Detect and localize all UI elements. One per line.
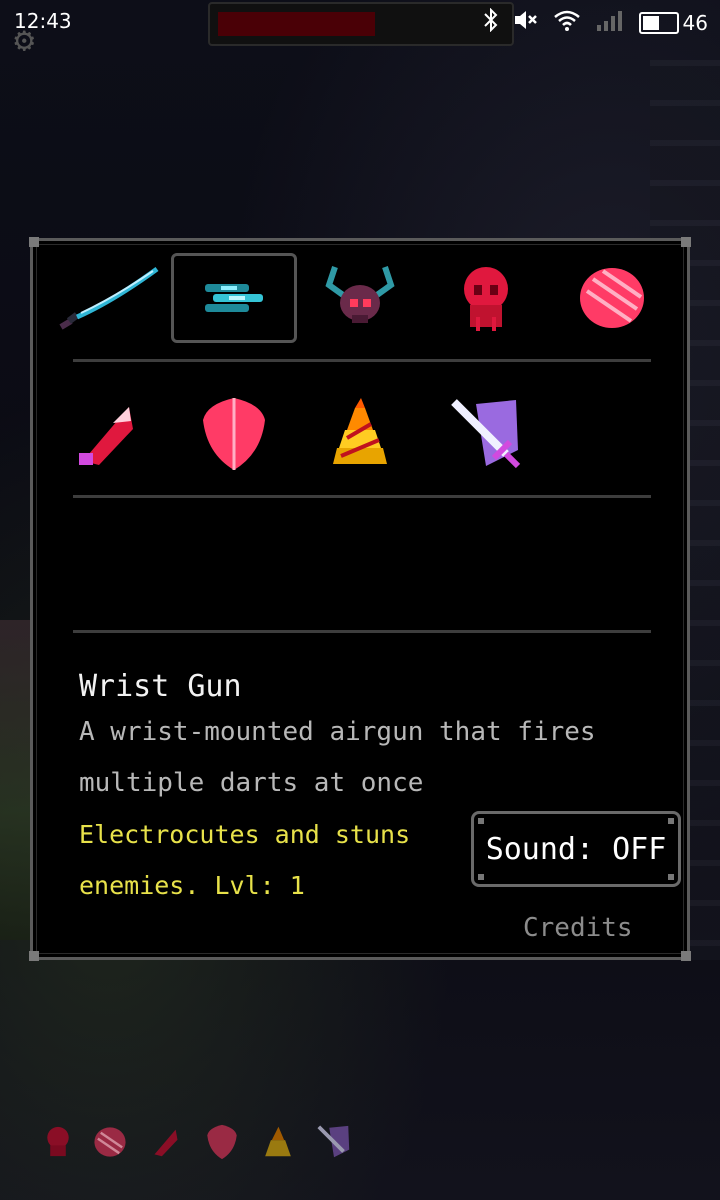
inventory-slot[interactable] xyxy=(200,1118,244,1166)
pink-orb-item[interactable] xyxy=(549,253,675,343)
sword-shield-icon xyxy=(317,1125,350,1158)
inventory-slot[interactable] xyxy=(36,1118,80,1166)
red-skull-icon xyxy=(47,1126,69,1157)
divider xyxy=(73,630,651,633)
dagger-icon xyxy=(79,407,133,465)
sword-item[interactable] xyxy=(45,253,171,343)
fire-trap-icon xyxy=(333,398,387,464)
horned-skull-item[interactable] xyxy=(297,253,423,343)
credits-link[interactable]: Credits xyxy=(523,913,633,943)
item-title: Wrist Gun xyxy=(79,669,242,704)
pink-orb-icon xyxy=(94,1127,126,1157)
bluetooth-icon xyxy=(483,7,499,38)
item-description: A wrist-mounted airgun that fires multip… xyxy=(79,717,596,798)
wrist-gun-icon xyxy=(205,284,263,312)
inventory-slot[interactable] xyxy=(312,1118,356,1166)
shield-icon xyxy=(203,398,265,470)
dagger-item[interactable] xyxy=(45,389,171,479)
divider xyxy=(73,495,651,498)
sword-shield-icon xyxy=(451,399,521,469)
item-dialog: Wrist Gun A wrist-mounted airgun that fi… xyxy=(29,237,691,961)
item-effect: Electrocutes and stuns enemies. Lvl: 1 xyxy=(79,820,411,900)
wrist-gun-item[interactable] xyxy=(171,253,297,343)
signal-icon xyxy=(595,9,625,37)
shield-item[interactable] xyxy=(171,389,297,479)
red-skull-item[interactable] xyxy=(423,253,549,343)
inventory-bar xyxy=(36,1118,366,1174)
fire-trap-item[interactable] xyxy=(297,389,423,479)
sound-toggle-button[interactable]: Sound: OFF xyxy=(471,811,681,887)
item-row-2 xyxy=(45,389,675,479)
battery-level: 46 xyxy=(682,11,708,35)
shield-icon xyxy=(207,1124,237,1160)
inventory-slot[interactable] xyxy=(144,1118,188,1166)
gear-icon[interactable]: ⚙ xyxy=(14,20,34,60)
status-icons: 46 xyxy=(483,7,708,38)
mute-icon xyxy=(513,9,539,37)
wifi-icon xyxy=(553,9,581,37)
pink-orb-icon xyxy=(580,268,644,328)
sword-icon xyxy=(59,266,159,330)
health-bar-fill xyxy=(218,12,375,36)
status-bar: 12:43 46 xyxy=(0,0,720,46)
red-skull-icon xyxy=(464,267,508,331)
fire-trap-icon xyxy=(265,1126,291,1157)
sound-toggle-label: Sound: OFF xyxy=(485,831,667,867)
horned-skull-icon xyxy=(325,266,395,323)
divider xyxy=(73,359,651,362)
health-bar xyxy=(208,2,514,46)
inventory-slot[interactable] xyxy=(256,1118,300,1166)
dagger-icon xyxy=(154,1129,178,1157)
inventory-slot[interactable] xyxy=(88,1118,132,1166)
sword-shield-item[interactable] xyxy=(423,389,549,479)
battery-icon xyxy=(638,12,679,34)
item-row-1 xyxy=(45,253,675,343)
battery-indicator: 46 xyxy=(638,11,708,35)
